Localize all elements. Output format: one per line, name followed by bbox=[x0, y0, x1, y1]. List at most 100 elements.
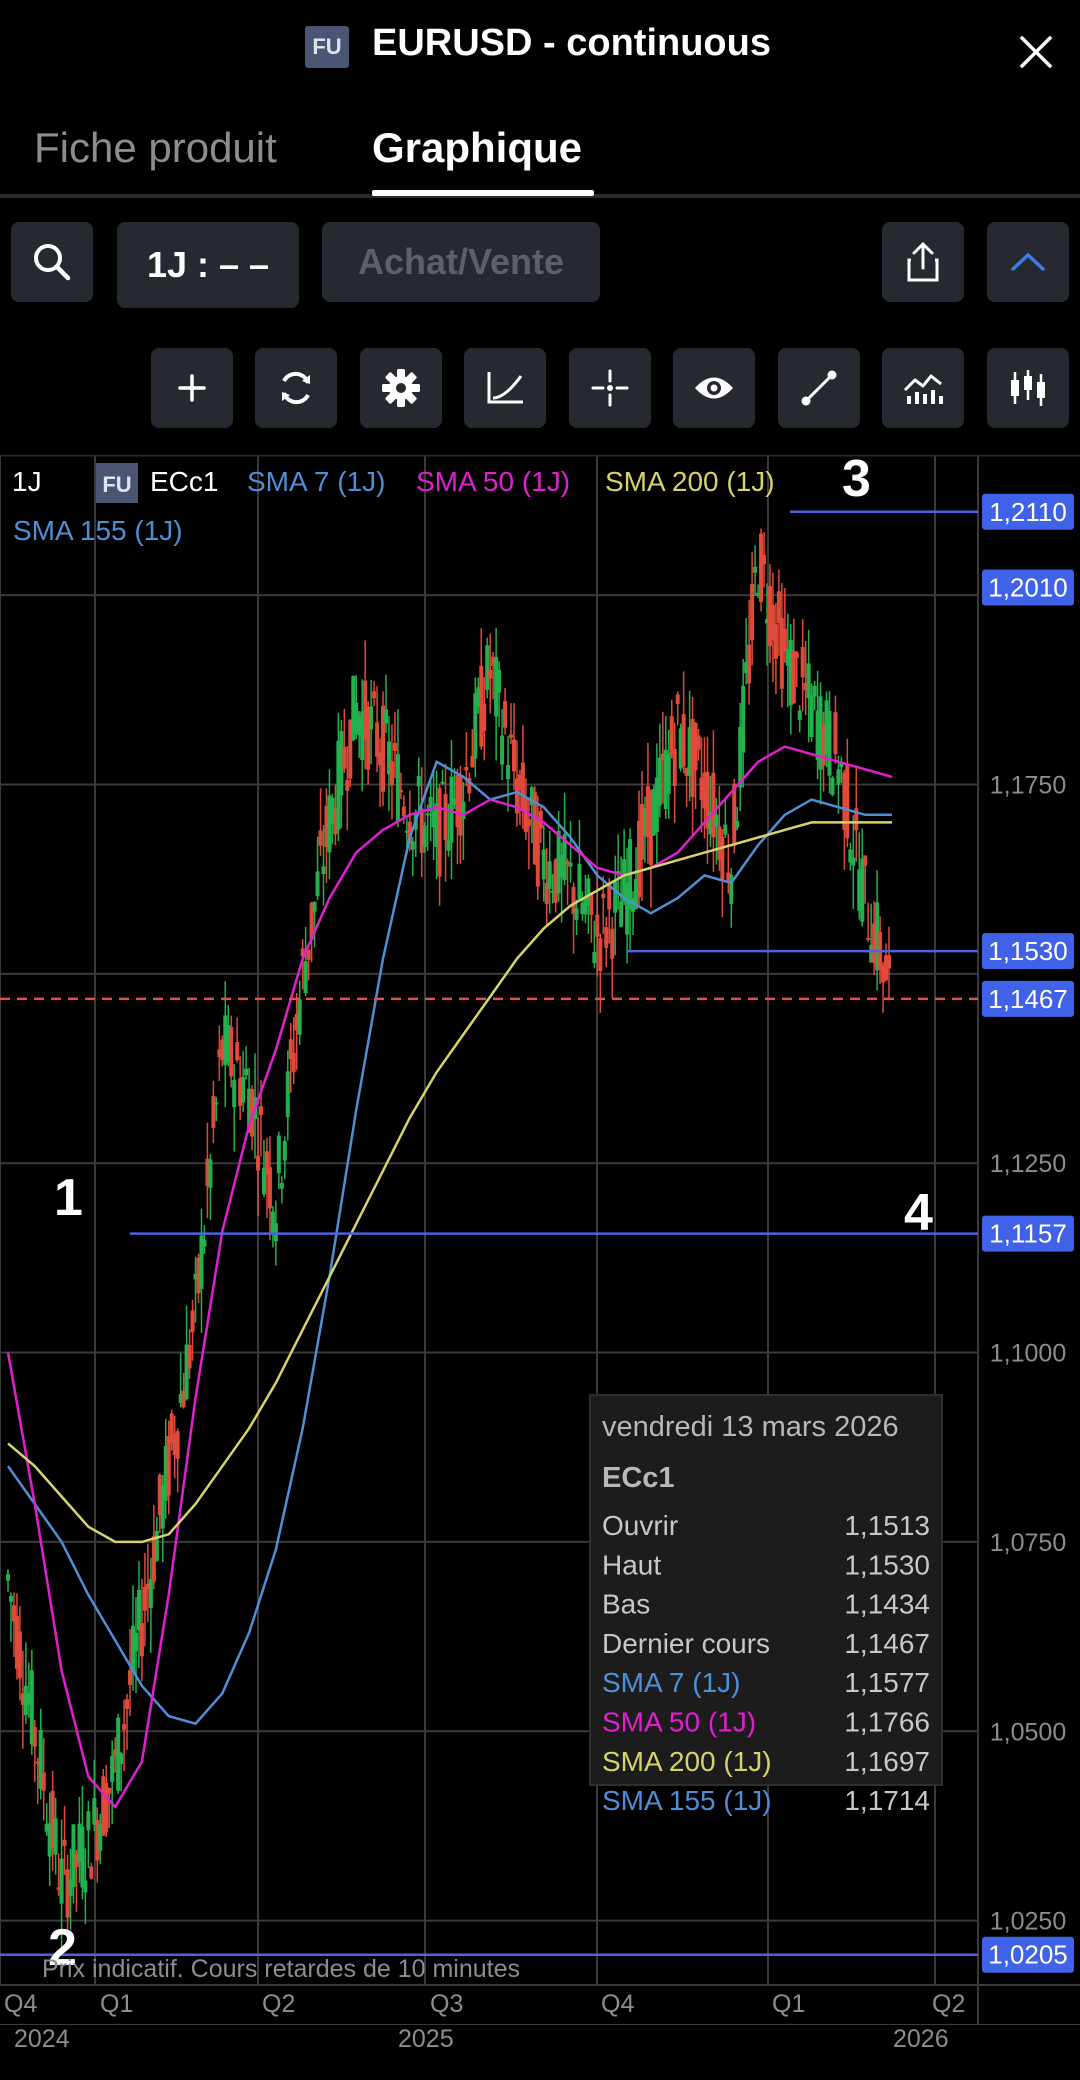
candle-body bbox=[732, 783, 737, 847]
tooltip-date: vendredi 13 mars 2026 bbox=[602, 1411, 899, 1443]
candle-body bbox=[53, 1818, 58, 1855]
x-tick-label: Q2 bbox=[932, 1990, 965, 2018]
y-tick-label: 1,0250 bbox=[990, 1908, 1066, 1936]
eye-icon bbox=[695, 377, 733, 399]
legend-symbol: ECc1 bbox=[150, 466, 218, 497]
tab-fiche-produit[interactable]: Fiche produit bbox=[34, 124, 277, 172]
candle-body bbox=[503, 701, 508, 728]
candle-body bbox=[595, 914, 600, 937]
candle-body bbox=[714, 814, 719, 827]
header: FU EURUSD - continuous bbox=[0, 0, 1080, 100]
candle-body bbox=[229, 1026, 234, 1077]
candle-body bbox=[863, 855, 868, 866]
search-button[interactable] bbox=[11, 222, 93, 302]
share-button[interactable] bbox=[882, 222, 964, 302]
candle-body bbox=[574, 908, 579, 920]
chart-type-button[interactable] bbox=[987, 348, 1069, 428]
settings-button[interactable] bbox=[360, 348, 442, 428]
legend-sma200[interactable]: SMA 200 (1J) bbox=[605, 466, 775, 497]
visibility-button[interactable] bbox=[673, 348, 755, 428]
curve-tool-button[interactable] bbox=[464, 348, 546, 428]
candle-body bbox=[392, 743, 397, 752]
tooltip-row-label: SMA 155 (1J) bbox=[602, 1785, 772, 1816]
collapse-button[interactable] bbox=[987, 222, 1069, 302]
candle-body bbox=[592, 952, 597, 964]
candle-body bbox=[86, 1811, 91, 1831]
legend-sma7[interactable]: SMA 7 (1J) bbox=[247, 466, 385, 497]
candle-body bbox=[273, 1223, 278, 1242]
candle-body bbox=[797, 710, 802, 721]
delay-footnote: Prix indicatif. Cours retardes de 10 min… bbox=[42, 1955, 520, 1983]
price-label: 1,0205 bbox=[988, 1940, 1068, 1970]
candle-body bbox=[175, 1431, 180, 1459]
refresh-button[interactable] bbox=[255, 348, 337, 428]
plus-icon bbox=[178, 374, 206, 402]
candle-body bbox=[128, 1670, 133, 1686]
x-axis-year: 2025 bbox=[398, 2025, 454, 2053]
x-tick-label: Q2 bbox=[262, 1990, 295, 2018]
price-label: 1,1467 bbox=[988, 984, 1068, 1014]
annotation-4: 4 bbox=[904, 1184, 933, 1242]
candle-body bbox=[547, 861, 552, 889]
refresh-icon bbox=[282, 371, 310, 405]
x-tick-label: Q1 bbox=[772, 1990, 805, 2018]
candle-body bbox=[604, 927, 609, 948]
candle-body bbox=[395, 754, 400, 822]
candle-body bbox=[440, 781, 445, 784]
instrument-badge: FU bbox=[305, 26, 349, 68]
candle-body bbox=[482, 703, 487, 732]
candle-body bbox=[720, 836, 725, 880]
x-axis-year: 2024 bbox=[14, 2025, 70, 2053]
close-icon[interactable] bbox=[1014, 30, 1058, 74]
candle-body bbox=[666, 754, 671, 794]
candle-body bbox=[110, 1755, 115, 1782]
candle-body bbox=[8, 1596, 13, 1602]
candle-body bbox=[32, 1726, 37, 1747]
add-tool-button[interactable] bbox=[151, 348, 233, 428]
crosshair-icon bbox=[591, 369, 629, 407]
candle-body bbox=[437, 788, 442, 877]
candle-body bbox=[235, 1042, 240, 1061]
trade-button[interactable]: Achat/Vente bbox=[322, 222, 600, 302]
x-tick-label: Q1 bbox=[100, 1990, 133, 2018]
tab-graphique[interactable]: Graphique bbox=[372, 124, 582, 172]
legend-sma50[interactable]: SMA 50 (1J) bbox=[416, 466, 570, 497]
crosshair-button[interactable] bbox=[569, 348, 651, 428]
candles-icon bbox=[1011, 370, 1045, 406]
candle-body bbox=[866, 937, 871, 940]
candle-body bbox=[291, 1052, 296, 1073]
candle-body bbox=[312, 902, 317, 912]
price-label: 1,2110 bbox=[989, 497, 1067, 527]
candle-body bbox=[506, 765, 511, 780]
candle-body bbox=[321, 866, 326, 875]
candle-body bbox=[523, 798, 528, 833]
price-chart[interactable]: 1,21101,20101,15301,14671,11571,0205 1J … bbox=[0, 455, 1080, 2025]
candle-body bbox=[416, 776, 421, 787]
page-title: EURUSD - continuous bbox=[372, 22, 771, 64]
candle-body bbox=[509, 734, 514, 738]
share-icon bbox=[907, 242, 939, 282]
candle-body bbox=[276, 1135, 281, 1174]
candle-body bbox=[887, 955, 892, 969]
legend-sma155[interactable]: SMA 155 (1J) bbox=[13, 515, 183, 546]
candle-body bbox=[107, 1787, 112, 1794]
candle-body bbox=[256, 1155, 261, 1171]
annotation-1: 1 bbox=[54, 1169, 83, 1227]
candle-body bbox=[800, 646, 805, 678]
draw-line-button[interactable] bbox=[778, 348, 860, 428]
candle-body bbox=[384, 709, 389, 724]
candle-body bbox=[773, 624, 778, 659]
candle-body bbox=[735, 821, 740, 828]
price-label: 1,1157 bbox=[989, 1219, 1067, 1249]
candle-body bbox=[318, 830, 323, 846]
candle-body bbox=[389, 761, 394, 786]
candle-body bbox=[369, 706, 374, 730]
candle-body bbox=[568, 862, 573, 867]
candle-body bbox=[214, 1102, 219, 1105]
indicators-button[interactable] bbox=[882, 348, 964, 428]
tooltip-symbol: ECc1 bbox=[602, 1462, 675, 1494]
candle-body bbox=[461, 801, 466, 820]
interval-button[interactable]: 1J : – – bbox=[117, 222, 299, 308]
candle-body bbox=[723, 824, 728, 835]
candle-body bbox=[601, 893, 606, 899]
